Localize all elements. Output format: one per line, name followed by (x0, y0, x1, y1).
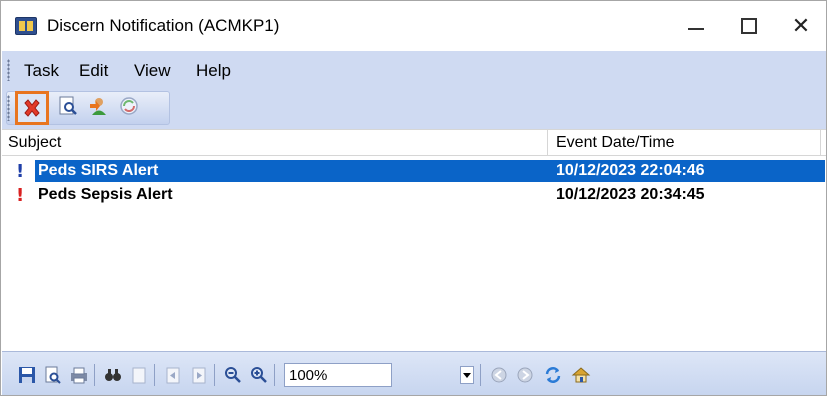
document-toolbar: 100% (2, 351, 826, 395)
close-icon: ✕ (791, 13, 811, 38)
minimize-button[interactable] (666, 1, 726, 51)
toolbar-separator (274, 364, 275, 386)
menu-edit[interactable]: Edit (79, 61, 108, 81)
forward-button[interactable] (514, 364, 536, 386)
notification-window: Discern Notification (ACMKP1) ✕ Task Edi… (0, 0, 827, 396)
list-row[interactable]: ! Peds SIRS Alert 10/12/2023 22:04:46 (2, 160, 826, 182)
toolbar-separator (480, 364, 481, 386)
toolbar (2, 89, 826, 129)
page-button[interactable] (128, 364, 150, 386)
page-next-icon (192, 367, 206, 384)
column-header-event-datetime[interactable]: Event Date/Time (556, 134, 675, 152)
back-button[interactable] (488, 364, 510, 386)
toolbar-grip-icon[interactable] (7, 95, 10, 121)
priority-icon: ! (16, 185, 25, 206)
preview-icon (59, 96, 77, 115)
column-header-subject[interactable]: Subject (8, 134, 61, 152)
find-icon (105, 369, 121, 381)
column-divider[interactable] (820, 130, 821, 156)
forward-icon (517, 367, 533, 383)
forward-user-icon (90, 98, 106, 115)
preview-button[interactable] (55, 93, 81, 119)
menu-view[interactable]: View (134, 61, 171, 81)
print-icon (71, 367, 87, 384)
zoom-select[interactable]: 100% (284, 363, 392, 387)
minimize-icon (688, 28, 704, 30)
list-header: Subject Event Date/Time (2, 129, 826, 156)
print-preview-button[interactable] (42, 364, 64, 386)
delete-button[interactable] (15, 91, 49, 125)
maximize-button[interactable] (719, 1, 779, 51)
toolbar-separator (94, 364, 95, 386)
menu-task[interactable]: Task (24, 61, 59, 81)
chevron-down-icon (460, 366, 474, 384)
menu-grip-icon[interactable] (7, 59, 10, 81)
save-button[interactable] (16, 364, 38, 386)
refresh-icon (120, 97, 138, 115)
title-bar[interactable]: Discern Notification (ACMKP1) ✕ (1, 1, 826, 51)
recall-button[interactable] (116, 93, 142, 119)
column-divider[interactable] (547, 130, 548, 156)
close-button[interactable]: ✕ (771, 1, 827, 51)
refresh-icon (545, 367, 561, 383)
save-icon (19, 367, 35, 383)
maximize-icon (741, 18, 757, 34)
back-icon (491, 367, 507, 383)
row-subject: Peds SIRS Alert (38, 162, 159, 179)
row-subject: Peds Sepsis Alert (38, 186, 173, 203)
print-preview-icon (45, 366, 61, 384)
toolbar-separator (214, 364, 215, 386)
zoom-value: 100% (289, 367, 328, 384)
zoom-out-button[interactable] (222, 364, 244, 386)
notification-list[interactable]: Subject Event Date/Time ! Peds SIRS Aler… (2, 129, 826, 351)
page-next-button[interactable] (188, 364, 210, 386)
find-button[interactable] (102, 364, 124, 386)
page-prev-button[interactable] (162, 364, 184, 386)
toolbar-separator (154, 364, 155, 386)
row-datetime: 10/12/2023 22:04:46 (556, 162, 705, 179)
zoom-in-icon (251, 367, 267, 383)
priority-icon: ! (16, 161, 25, 182)
delete-icon (24, 99, 40, 117)
print-button[interactable] (68, 364, 90, 386)
page-prev-icon (166, 367, 180, 384)
row-datetime: 10/12/2023 20:34:45 (556, 186, 705, 203)
zoom-out-icon (225, 367, 241, 383)
reload-button[interactable] (542, 364, 564, 386)
forward-user-button[interactable] (86, 93, 112, 119)
home-icon (571, 367, 591, 383)
home-button[interactable] (570, 364, 592, 386)
menu-bar: Task Edit View Help (2, 51, 826, 89)
app-icon (15, 17, 37, 35)
page-icon (132, 367, 146, 384)
zoom-in-button[interactable] (248, 364, 270, 386)
menu-help[interactable]: Help (196, 61, 231, 81)
window-title: Discern Notification (ACMKP1) (47, 16, 280, 35)
list-row[interactable]: ! Peds Sepsis Alert 10/12/2023 20:34:45 (2, 184, 826, 206)
zoom-dropdown-button[interactable] (456, 364, 478, 386)
